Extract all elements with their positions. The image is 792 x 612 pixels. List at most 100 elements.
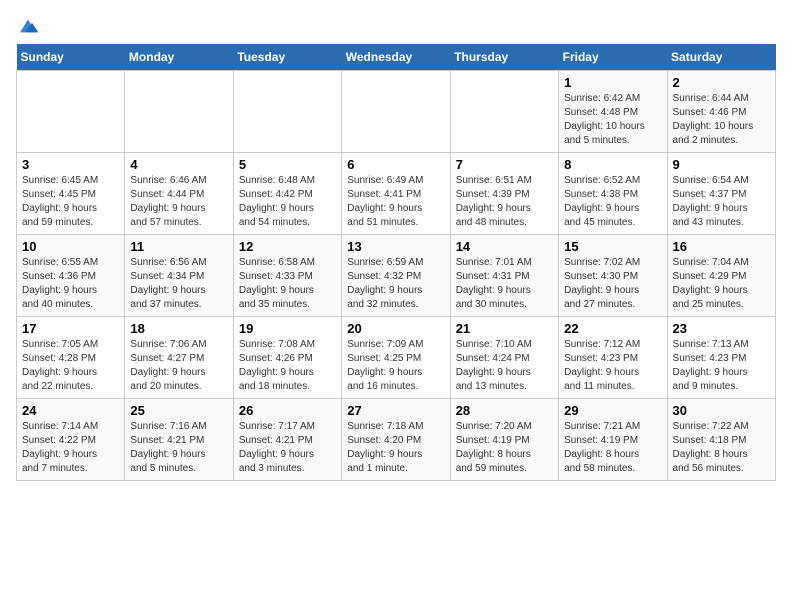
- day-number: 16: [673, 239, 770, 254]
- weekday-header-sunday: Sunday: [17, 44, 125, 71]
- day-number: 25: [130, 403, 227, 418]
- day-info: Sunrise: 6:46 AM Sunset: 4:44 PM Dayligh…: [130, 174, 227, 230]
- header: [16, 16, 776, 36]
- day-info: Sunrise: 6:48 AM Sunset: 4:42 PM Dayligh…: [239, 174, 336, 230]
- day-number: 5: [239, 157, 336, 172]
- day-number: 20: [347, 321, 444, 336]
- day-number: 2: [673, 75, 770, 90]
- weekday-header-tuesday: Tuesday: [233, 44, 341, 71]
- day-number: 7: [456, 157, 553, 172]
- calendar-day-9: 9 Sunrise: 6:54 AM Sunset: 4:37 PM Daylig…: [667, 153, 775, 235]
- weekday-header-wednesday: Wednesday: [342, 44, 450, 71]
- day-info: Sunrise: 7:16 AM Sunset: 4:21 PM Dayligh…: [130, 420, 227, 476]
- day-info: Sunrise: 7:13 AM Sunset: 4:23 PM Dayligh…: [673, 338, 770, 394]
- logo-icon: [16, 16, 40, 36]
- calendar-day-27: 27 Sunrise: 7:18 AM Sunset: 4:20 PM Dayli…: [342, 399, 450, 481]
- calendar-empty: [17, 71, 125, 153]
- day-info: Sunrise: 7:21 AM Sunset: 4:19 PM Dayligh…: [564, 420, 661, 476]
- calendar-empty: [342, 71, 450, 153]
- day-info: Sunrise: 6:44 AM Sunset: 4:46 PM Dayligh…: [673, 92, 770, 148]
- day-number: 14: [456, 239, 553, 254]
- calendar-day-23: 23 Sunrise: 7:13 AM Sunset: 4:23 PM Dayli…: [667, 317, 775, 399]
- day-info: Sunrise: 6:58 AM Sunset: 4:33 PM Dayligh…: [239, 256, 336, 312]
- calendar-week-4: 17 Sunrise: 7:05 AM Sunset: 4:28 PM Dayli…: [17, 317, 776, 399]
- day-number: 18: [130, 321, 227, 336]
- calendar-table: SundayMondayTuesdayWednesdayThursdayFrid…: [16, 44, 776, 481]
- calendar-day-3: 3 Sunrise: 6:45 AM Sunset: 4:45 PM Daylig…: [17, 153, 125, 235]
- weekday-header-saturday: Saturday: [667, 44, 775, 71]
- day-number: 9: [673, 157, 770, 172]
- calendar-day-15: 15 Sunrise: 7:02 AM Sunset: 4:30 PM Dayli…: [559, 235, 667, 317]
- day-number: 1: [564, 75, 661, 90]
- day-info: Sunrise: 6:42 AM Sunset: 4:48 PM Dayligh…: [564, 92, 661, 148]
- day-number: 28: [456, 403, 553, 418]
- calendar-week-2: 3 Sunrise: 6:45 AM Sunset: 4:45 PM Daylig…: [17, 153, 776, 235]
- day-info: Sunrise: 7:12 AM Sunset: 4:23 PM Dayligh…: [564, 338, 661, 394]
- calendar-day-1: 1 Sunrise: 6:42 AM Sunset: 4:48 PM Daylig…: [559, 71, 667, 153]
- day-info: Sunrise: 6:54 AM Sunset: 4:37 PM Dayligh…: [673, 174, 770, 230]
- day-number: 6: [347, 157, 444, 172]
- calendar-day-29: 29 Sunrise: 7:21 AM Sunset: 4:19 PM Dayli…: [559, 399, 667, 481]
- calendar-day-28: 28 Sunrise: 7:20 AM Sunset: 4:19 PM Dayli…: [450, 399, 558, 481]
- calendar-day-4: 4 Sunrise: 6:46 AM Sunset: 4:44 PM Daylig…: [125, 153, 233, 235]
- calendar-day-18: 18 Sunrise: 7:06 AM Sunset: 4:27 PM Dayli…: [125, 317, 233, 399]
- calendar-empty: [233, 71, 341, 153]
- day-info: Sunrise: 7:02 AM Sunset: 4:30 PM Dayligh…: [564, 256, 661, 312]
- day-number: 29: [564, 403, 661, 418]
- day-info: Sunrise: 6:56 AM Sunset: 4:34 PM Dayligh…: [130, 256, 227, 312]
- day-number: 22: [564, 321, 661, 336]
- calendar-day-12: 12 Sunrise: 6:58 AM Sunset: 4:33 PM Dayli…: [233, 235, 341, 317]
- day-info: Sunrise: 7:06 AM Sunset: 4:27 PM Dayligh…: [130, 338, 227, 394]
- day-number: 19: [239, 321, 336, 336]
- day-number: 21: [456, 321, 553, 336]
- day-number: 23: [673, 321, 770, 336]
- day-info: Sunrise: 7:17 AM Sunset: 4:21 PM Dayligh…: [239, 420, 336, 476]
- calendar-day-11: 11 Sunrise: 6:56 AM Sunset: 4:34 PM Dayli…: [125, 235, 233, 317]
- day-number: 27: [347, 403, 444, 418]
- day-number: 10: [22, 239, 119, 254]
- day-number: 3: [22, 157, 119, 172]
- calendar-day-24: 24 Sunrise: 7:14 AM Sunset: 4:22 PM Dayli…: [17, 399, 125, 481]
- calendar-day-21: 21 Sunrise: 7:10 AM Sunset: 4:24 PM Dayli…: [450, 317, 558, 399]
- day-info: Sunrise: 7:08 AM Sunset: 4:26 PM Dayligh…: [239, 338, 336, 394]
- day-info: Sunrise: 6:45 AM Sunset: 4:45 PM Dayligh…: [22, 174, 119, 230]
- day-number: 11: [130, 239, 227, 254]
- calendar-day-5: 5 Sunrise: 6:48 AM Sunset: 4:42 PM Daylig…: [233, 153, 341, 235]
- calendar-day-7: 7Sunrise: 6:51 AM Sunset: 4:39 PM Daylig…: [450, 153, 558, 235]
- day-number: 15: [564, 239, 661, 254]
- logo: [16, 16, 44, 36]
- calendar-day-30: 30 Sunrise: 7:22 AM Sunset: 4:18 PM Dayli…: [667, 399, 775, 481]
- day-info: Sunrise: 6:59 AM Sunset: 4:32 PM Dayligh…: [347, 256, 444, 312]
- calendar-week-5: 24 Sunrise: 7:14 AM Sunset: 4:22 PM Dayli…: [17, 399, 776, 481]
- weekday-header-thursday: Thursday: [450, 44, 558, 71]
- day-info: Sunrise: 7:05 AM Sunset: 4:28 PM Dayligh…: [22, 338, 119, 394]
- calendar-day-6: 6Sunrise: 6:49 AM Sunset: 4:41 PM Daylig…: [342, 153, 450, 235]
- calendar-header: SundayMondayTuesdayWednesdayThursdayFrid…: [17, 44, 776, 71]
- day-number: 8: [564, 157, 661, 172]
- day-info: Sunrise: 7:10 AM Sunset: 4:24 PM Dayligh…: [456, 338, 553, 394]
- day-number: 26: [239, 403, 336, 418]
- calendar-day-19: 19 Sunrise: 7:08 AM Sunset: 4:26 PM Dayli…: [233, 317, 341, 399]
- weekday-header-friday: Friday: [559, 44, 667, 71]
- day-number: 13: [347, 239, 444, 254]
- calendar-empty: [450, 71, 558, 153]
- calendar-day-25: 25 Sunrise: 7:16 AM Sunset: 4:21 PM Dayli…: [125, 399, 233, 481]
- calendar-empty: [125, 71, 233, 153]
- day-number: 24: [22, 403, 119, 418]
- day-info: Sunrise: 7:04 AM Sunset: 4:29 PM Dayligh…: [673, 256, 770, 312]
- day-info: Sunrise: 7:18 AM Sunset: 4:20 PM Dayligh…: [347, 420, 444, 476]
- calendar-day-22: 22 Sunrise: 7:12 AM Sunset: 4:23 PM Dayli…: [559, 317, 667, 399]
- calendar-day-26: 26 Sunrise: 7:17 AM Sunset: 4:21 PM Dayli…: [233, 399, 341, 481]
- day-info: Sunrise: 7:22 AM Sunset: 4:18 PM Dayligh…: [673, 420, 770, 476]
- day-number: 12: [239, 239, 336, 254]
- day-info: Sunrise: 7:20 AM Sunset: 4:19 PM Dayligh…: [456, 420, 553, 476]
- calendar-body: 1 Sunrise: 6:42 AM Sunset: 4:48 PM Daylig…: [17, 71, 776, 481]
- day-info: Sunrise: 7:14 AM Sunset: 4:22 PM Dayligh…: [22, 420, 119, 476]
- day-number: 17: [22, 321, 119, 336]
- day-number: 30: [673, 403, 770, 418]
- day-number: 4: [130, 157, 227, 172]
- day-info: Sunrise: 6:52 AM Sunset: 4:38 PM Dayligh…: [564, 174, 661, 230]
- calendar-day-16: 16 Sunrise: 7:04 AM Sunset: 4:29 PM Dayli…: [667, 235, 775, 317]
- day-info: Sunrise: 6:55 AM Sunset: 4:36 PM Dayligh…: [22, 256, 119, 312]
- calendar-day-10: 10 Sunrise: 6:55 AM Sunset: 4:36 PM Dayli…: [17, 235, 125, 317]
